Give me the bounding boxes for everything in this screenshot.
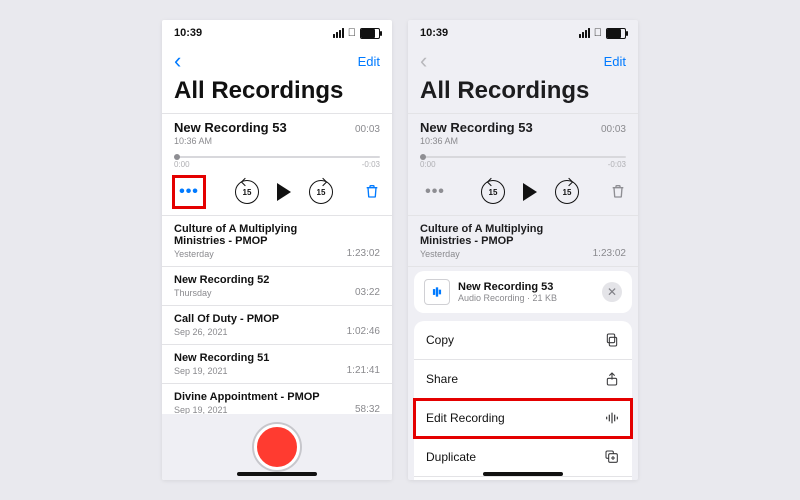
wifi-icon: 􀙇 [594,28,602,39]
menu-item-edit-recording[interactable]: Edit Recording [414,399,632,438]
home-indicator[interactable] [237,472,317,476]
menu-item-share[interactable]: Share [414,360,632,399]
play-button[interactable] [277,183,291,201]
share-item-title: New Recording 53 [458,281,557,293]
edit-button: Edit [604,54,626,69]
list-item[interactable]: Divine Appointment - PMOPSep 19, 202158:… [162,384,392,414]
copy-icon [604,332,620,348]
list-item[interactable]: Culture of A Multiplying Ministries - PM… [162,216,392,267]
home-indicator[interactable] [483,472,563,476]
delete-button [610,183,626,201]
page-title: All Recordings [162,75,392,114]
record-button[interactable] [254,424,300,470]
battery-icon [360,28,380,39]
close-button[interactable]: ✕ [602,282,622,302]
list-item: Culture of A Multiplying Ministries - PM… [408,216,638,267]
list-item[interactable]: Call Of Duty - PMOPSep 26, 20211:02:46 [162,306,392,345]
playback-controls: ••• 15 15 [174,177,380,207]
duplicate-icon [604,449,620,465]
delete-button[interactable] [364,183,380,201]
share-item-subtitle: Audio Recording · 21 KB [458,293,557,303]
back-button: ‹ [420,50,427,72]
signal-icon [333,28,344,38]
expanded-recording: New Recording 53 00:03 10:36 AM 0:00 -0:… [408,114,638,216]
expanded-subtitle: 10:36 AM [174,136,380,146]
scrub-elapsed: 0:00 [420,160,436,169]
scrubber[interactable] [174,156,380,158]
audio-thumbnail-icon [424,279,450,305]
status-time: 10:39 [420,27,448,39]
more-options-button[interactable]: ••• [174,177,204,207]
close-icon: ✕ [607,285,617,299]
signal-icon [579,28,590,38]
back-button[interactable]: ‹ [174,50,181,72]
menu-item-copy[interactable]: Copy [414,321,632,360]
record-footer [162,414,392,480]
nav-bar: ‹ Edit [162,43,392,75]
status-time: 10:39 [174,27,202,39]
status-bar: 10:39 􀙇 [162,20,392,43]
recording-list: Culture of A Multiplying Ministries - PM… [162,216,392,414]
battery-icon [606,28,626,39]
list-item[interactable]: New Recording 52Thursday03:22 [162,267,392,306]
action-menu: Copy Share Edit Recording Duplicate Favo… [414,321,632,480]
more-options-button: ••• [420,177,450,207]
voice-memos-list-screen: 10:39 􀙇 ‹ Edit All Recordings New Record… [162,20,392,480]
play-button [523,183,537,201]
more-icon: ••• [179,184,199,200]
expanded-duration: 00:03 [355,124,380,135]
scrub-elapsed: 0:00 [174,160,190,169]
skip-back-button[interactable]: 15 [235,180,259,204]
voice-memos-share-screen: 10:39 􀙇 ‹ Edit All Recordings New Record… [408,20,638,480]
more-icon: ••• [425,184,445,200]
expanded-subtitle: 10:36 AM [420,136,626,146]
share-sheet: New Recording 53 Audio Recording · 21 KB… [408,267,638,480]
menu-item-favorite[interactable]: Favorite [414,477,632,480]
nav-bar: ‹ Edit [408,43,638,75]
status-indicators: 􀙇 [333,28,380,39]
skip-forward-button: 15 [555,180,579,204]
skip-back-button: 15 [481,180,505,204]
playback-controls: ••• 15 15 [420,177,626,207]
skip-forward-button[interactable]: 15 [309,180,333,204]
page-title: All Recordings [408,75,638,114]
expanded-recording: New Recording 53 00:03 10:36 AM 0:00 -0:… [162,114,392,216]
scrub-remaining: -0:03 [362,160,380,169]
expanded-title: New Recording 53 [420,120,533,135]
expanded-title[interactable]: New Recording 53 [174,120,287,135]
wifi-icon: 􀙇 [348,28,356,39]
share-icon [604,371,620,387]
share-header: New Recording 53 Audio Recording · 21 KB… [414,271,632,313]
expanded-duration: 00:03 [601,124,626,135]
scrubber [420,156,626,158]
scrub-remaining: -0:03 [608,160,626,169]
list-item[interactable]: New Recording 51Sep 19, 20211:21:41 [162,345,392,384]
waveform-icon [604,410,620,426]
edit-button[interactable]: Edit [358,54,380,69]
status-bar: 10:39 􀙇 [408,20,638,43]
status-indicators: 􀙇 [579,28,626,39]
